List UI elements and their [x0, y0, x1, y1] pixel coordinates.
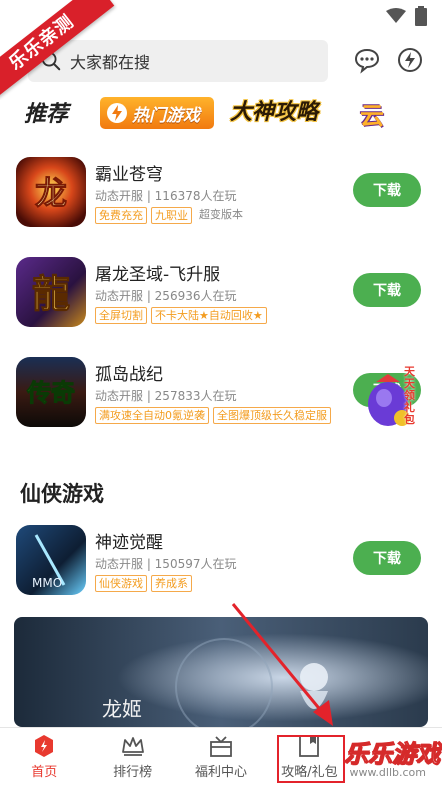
game-tags: 全屏切割 不卡大陆★自动回收★ — [95, 307, 345, 324]
tab-home[interactable]: 首页 — [0, 728, 88, 785]
tab-hot-games[interactable]: 热门游戏 — [100, 97, 214, 129]
tab-ranking[interactable]: 排行榜 — [88, 728, 176, 785]
game-icon-text: 龍 — [32, 271, 70, 316]
status-icons — [386, 6, 428, 26]
watermark: 乐乐游戏 www.dllb.com — [344, 734, 441, 780]
ribbon-text: 乐乐亲测 — [0, 0, 115, 100]
game-meta: 动态开服 | 116378人在玩 — [95, 189, 237, 203]
game-icon: 传奇 — [16, 357, 86, 427]
home-icon — [35, 735, 54, 757]
game-icon-text: 龙 — [35, 174, 67, 212]
crown-icon — [121, 737, 144, 756]
corner-ribbon: 乐乐亲测 — [0, 0, 120, 100]
section-title: 仙侠游戏 — [20, 482, 104, 506]
download-button[interactable]: 下载 — [353, 273, 421, 307]
floating-ad-text: 天天领礼包 — [404, 365, 415, 426]
game-name: 屠龙圣域-飞升服 — [95, 265, 221, 285]
annotation-arrow — [231, 603, 333, 726]
tab-cloud[interactable]: 云 — [360, 96, 384, 131]
wifi-icon — [386, 8, 406, 23]
tab-recommend[interactable]: 推荐 — [24, 96, 68, 128]
game-meta: 动态开服 | 257833人在玩 — [95, 389, 237, 403]
game-icon: 龍 — [16, 257, 86, 327]
download-button[interactable]: 下载 — [353, 541, 421, 575]
banner-caption: 龙姬 — [102, 697, 142, 721]
lightning-icon[interactable] — [396, 46, 424, 74]
annotation-highlight-box — [277, 735, 345, 783]
lightning-icon — [107, 103, 127, 123]
game-tag: 不卡大陆★自动回收★ — [151, 307, 267, 324]
game-tag: 九职业 — [151, 207, 192, 224]
gift-icon — [210, 736, 232, 757]
tab-guides[interactable]: 大神攻略 — [230, 94, 318, 126]
game-tags: 免费充充 九职业 超变版本 — [95, 207, 345, 224]
game-tag: 养成系 — [151, 575, 192, 592]
game-name: 霸业苍穹 — [95, 165, 163, 185]
game-icon-text: MMO — [32, 576, 62, 590]
floating-ad[interactable]: 天天领礼包 — [362, 362, 424, 430]
game-tag: 满攻速全自动0氪逆袭 — [95, 407, 209, 424]
game-tag: 超变版本 — [199, 208, 243, 221]
chat-bubble-icon[interactable] — [353, 46, 381, 74]
tab-hot-games-label: 热门游戏 — [132, 105, 200, 126]
tab-welfare-label: 福利中心 — [195, 765, 248, 780]
watermark-text: 乐乐游戏 — [344, 740, 441, 769]
game-tags: 仙侠游戏 养成系 — [95, 575, 345, 592]
game-icon: MMO — [16, 525, 86, 595]
game-tag: 免费充充 — [95, 207, 147, 224]
tab-welfare[interactable]: 福利中心 — [177, 728, 265, 785]
battery-icon — [415, 6, 427, 26]
download-button[interactable]: 下载 — [353, 173, 421, 207]
game-tag: 全图爆顶级长久稳定服 — [213, 407, 331, 424]
promo-banner[interactable]: 龙姬 — [14, 617, 428, 727]
tab-home-label: 首页 — [31, 765, 58, 780]
game-tags: 满攻速全自动0氪逆袭 全图爆顶级长久稳定服 — [95, 407, 345, 424]
game-meta: 动态开服 | 150597人在玩 — [95, 557, 237, 571]
game-icon-text: 传奇 — [26, 378, 75, 407]
game-tag: 仙侠游戏 — [95, 575, 147, 592]
game-name: 孤岛战纪 — [95, 365, 163, 385]
game-meta: 动态开服 | 256936人在玩 — [95, 289, 237, 303]
watermark-url: www.dllb.com — [349, 766, 426, 779]
tab-ranking-label: 排行榜 — [113, 765, 153, 780]
game-icon: 龙 — [16, 157, 86, 227]
game-name: 神迹觉醒 — [95, 533, 163, 553]
game-tag: 全屏切割 — [95, 307, 147, 324]
